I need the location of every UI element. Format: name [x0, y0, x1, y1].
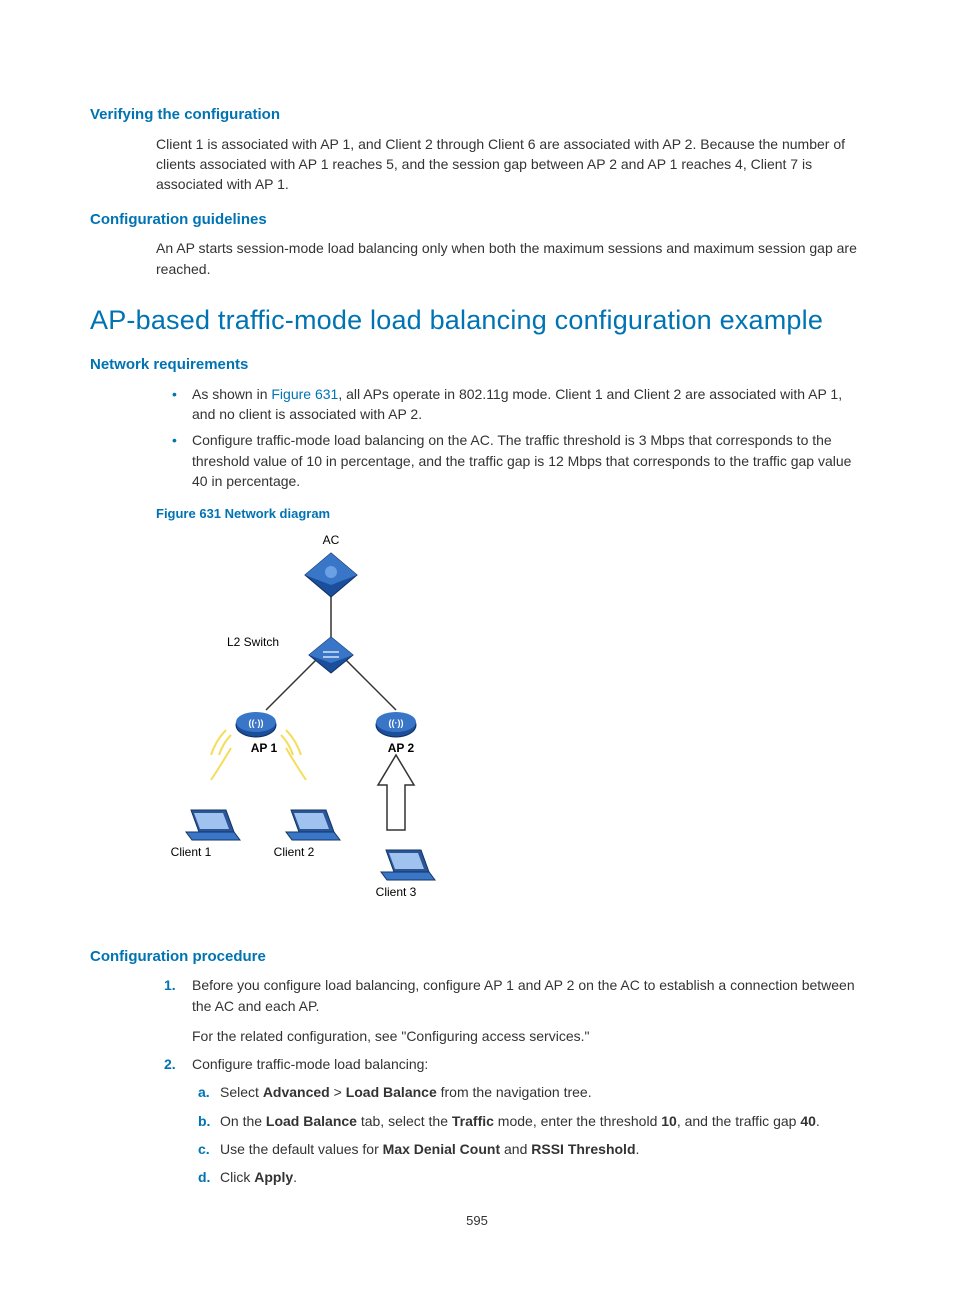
- label-c3: Client 3: [376, 885, 417, 899]
- heading-network-req: Network requirements: [90, 354, 864, 376]
- label-c1: Client 1: [171, 845, 212, 859]
- marker: a.: [198, 1082, 210, 1102]
- text: .: [636, 1141, 640, 1157]
- list-item: Configure traffic-mode load balancing on…: [192, 430, 864, 491]
- text: Click: [220, 1169, 254, 1185]
- text: For the related configuration, see "Conf…: [192, 1026, 864, 1046]
- text: and: [500, 1141, 531, 1157]
- figure-caption: Figure 631 Network diagram: [156, 505, 864, 524]
- svg-text:((·)): ((·)): [249, 718, 264, 728]
- client1-icon: [186, 810, 240, 840]
- text: Use the default values for: [220, 1141, 383, 1157]
- text: Select: [220, 1084, 263, 1100]
- label-l2: L2 Switch: [227, 635, 279, 649]
- text: Before you configure load balancing, con…: [192, 975, 864, 1016]
- label-ac: AC: [323, 533, 340, 547]
- heading-main: AP-based traffic-mode load balancing con…: [90, 301, 864, 340]
- text: .: [293, 1169, 297, 1185]
- text: , and the traffic gap: [677, 1113, 801, 1129]
- network-diagram: AC L2 Switch ((·)) AP 1: [156, 530, 456, 915]
- bold: Load Balance: [346, 1084, 437, 1100]
- text: .: [816, 1113, 820, 1129]
- bold: 10: [661, 1113, 677, 1129]
- network-req-list: As shown in Figure 631, all APs operate …: [156, 384, 864, 491]
- marker: b.: [198, 1111, 210, 1131]
- heading-verifying: Verifying the configuration: [90, 104, 864, 126]
- label-c2: Client 2: [274, 845, 315, 859]
- marker: c.: [198, 1139, 210, 1159]
- para-verifying: Client 1 is associated with AP 1, and Cl…: [156, 134, 864, 195]
- bold: Load Balance: [266, 1113, 357, 1129]
- text: Configure traffic-mode load balancing:: [192, 1054, 864, 1074]
- label-ap2: AP 2: [388, 741, 415, 755]
- client2-icon: [286, 810, 340, 840]
- bold: Max Denial Count: [383, 1141, 500, 1157]
- text: >: [330, 1084, 346, 1100]
- bold: Apply: [254, 1169, 293, 1185]
- sub-steps: a. Select Advanced > Load Balance from t…: [192, 1082, 864, 1187]
- label-ap1: AP 1: [251, 741, 278, 755]
- para-guidelines: An AP starts session-mode load balancing…: [156, 238, 864, 279]
- bold: 40: [800, 1113, 816, 1129]
- bold: Traffic: [452, 1113, 494, 1129]
- text: On the: [220, 1113, 266, 1129]
- bold: RSSI Threshold: [531, 1141, 635, 1157]
- svg-text:((·)): ((·)): [389, 718, 404, 728]
- text: As shown in: [192, 386, 271, 402]
- list-item: As shown in Figure 631, all APs operate …: [192, 384, 864, 425]
- page-number: 595: [90, 1212, 864, 1231]
- text: tab, select the: [357, 1113, 452, 1129]
- text: mode, enter the threshold: [494, 1113, 661, 1129]
- client3-icon: [381, 850, 435, 880]
- list-item: d. Click Apply.: [220, 1167, 864, 1187]
- bold: Advanced: [263, 1084, 330, 1100]
- list-item: 1. Before you configure load balancing, …: [192, 975, 864, 1046]
- marker: 1.: [164, 975, 176, 995]
- procedure-list: 1. Before you configure load balancing, …: [156, 975, 864, 1187]
- marker: d.: [198, 1167, 210, 1187]
- list-item: c. Use the default values for Max Denial…: [220, 1139, 864, 1159]
- list-item: b. On the Load Balance tab, select the T…: [220, 1111, 864, 1131]
- marker: 2.: [164, 1054, 176, 1074]
- list-item: 2. Configure traffic-mode load balancing…: [192, 1054, 864, 1187]
- heading-config-proc: Configuration procedure: [90, 946, 864, 968]
- figure-link[interactable]: Figure 631: [271, 386, 338, 402]
- text: from the navigation tree.: [437, 1084, 592, 1100]
- heading-guidelines: Configuration guidelines: [90, 209, 864, 231]
- list-item: a. Select Advanced > Load Balance from t…: [220, 1082, 864, 1102]
